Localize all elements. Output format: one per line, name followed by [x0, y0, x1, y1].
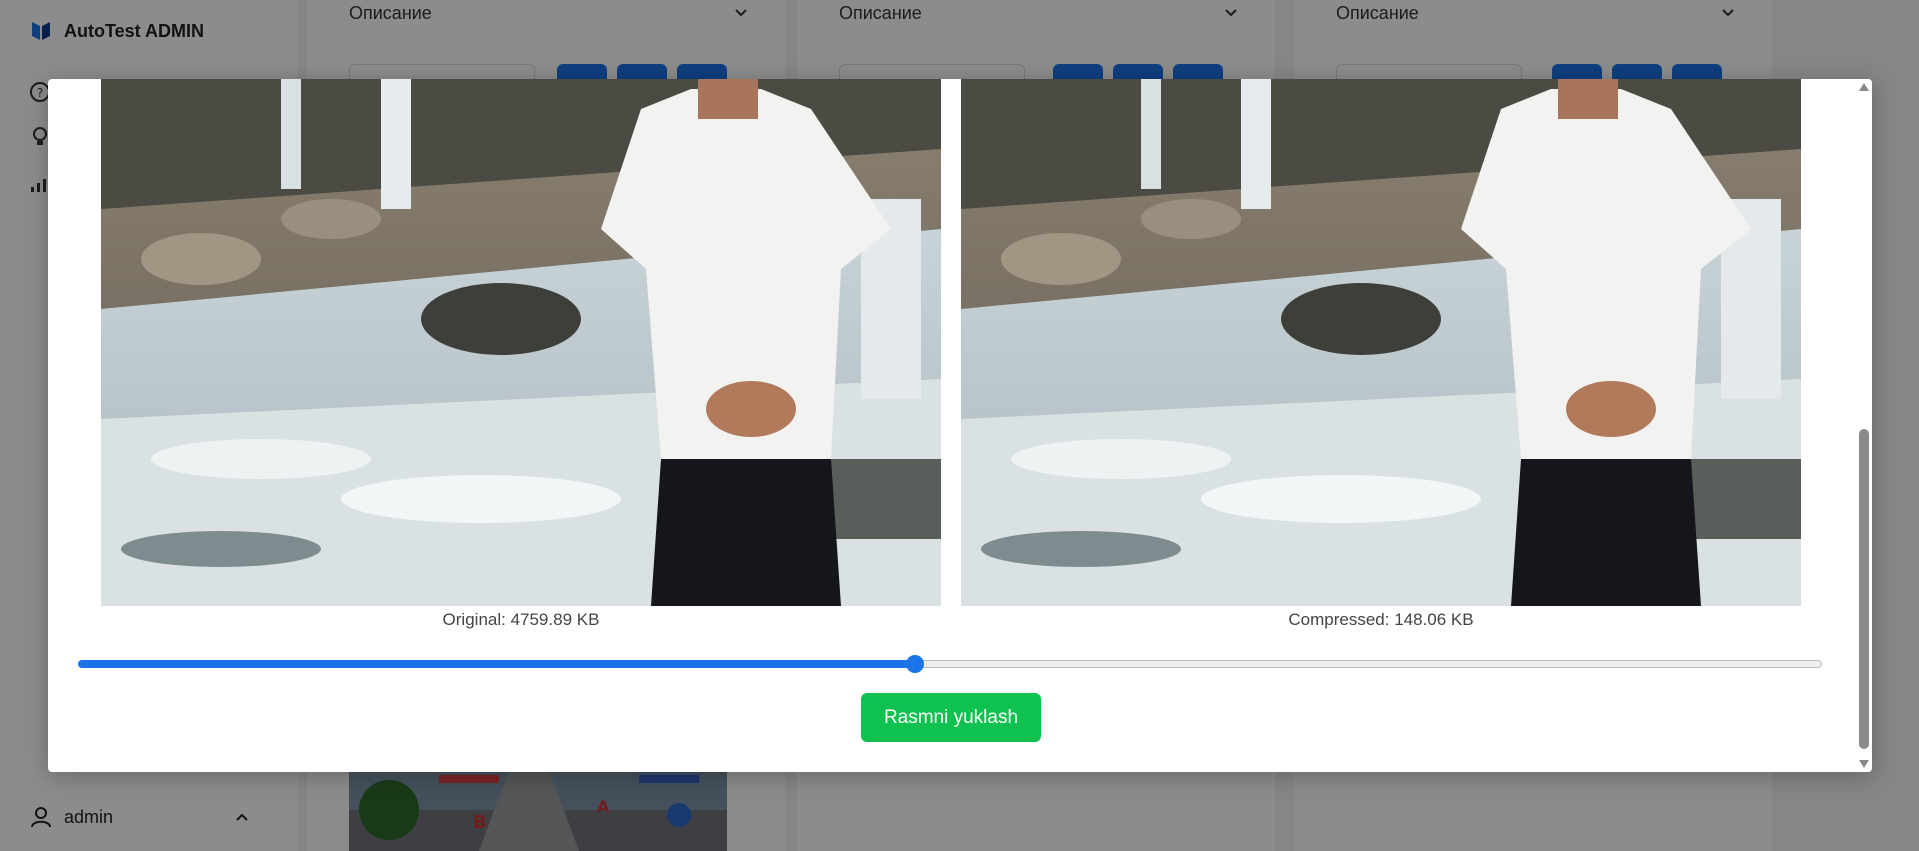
- scroll-up-arrow-icon[interactable]: [1859, 83, 1869, 91]
- scroll-down-arrow-icon[interactable]: [1859, 760, 1869, 768]
- upload-image-button[interactable]: Rasmni yuklash: [861, 693, 1041, 742]
- compressed-image-preview: [961, 79, 1801, 606]
- slider-thumb[interactable]: [906, 655, 925, 673]
- slider-fill: [78, 660, 916, 668]
- modal-scrollbar[interactable]: [1856, 79, 1872, 772]
- quality-slider[interactable]: [78, 655, 1822, 673]
- original-size-caption: Original: 4759.89 KB: [442, 610, 600, 629]
- image-compression-modal: Original: 4759.89 KB Compressed: 148.06 …: [48, 79, 1872, 772]
- compressed-size-caption: Compressed: 148.06 KB: [1288, 610, 1474, 629]
- scrollbar-thumb[interactable]: [1859, 429, 1869, 749]
- original-image-preview: [101, 79, 941, 606]
